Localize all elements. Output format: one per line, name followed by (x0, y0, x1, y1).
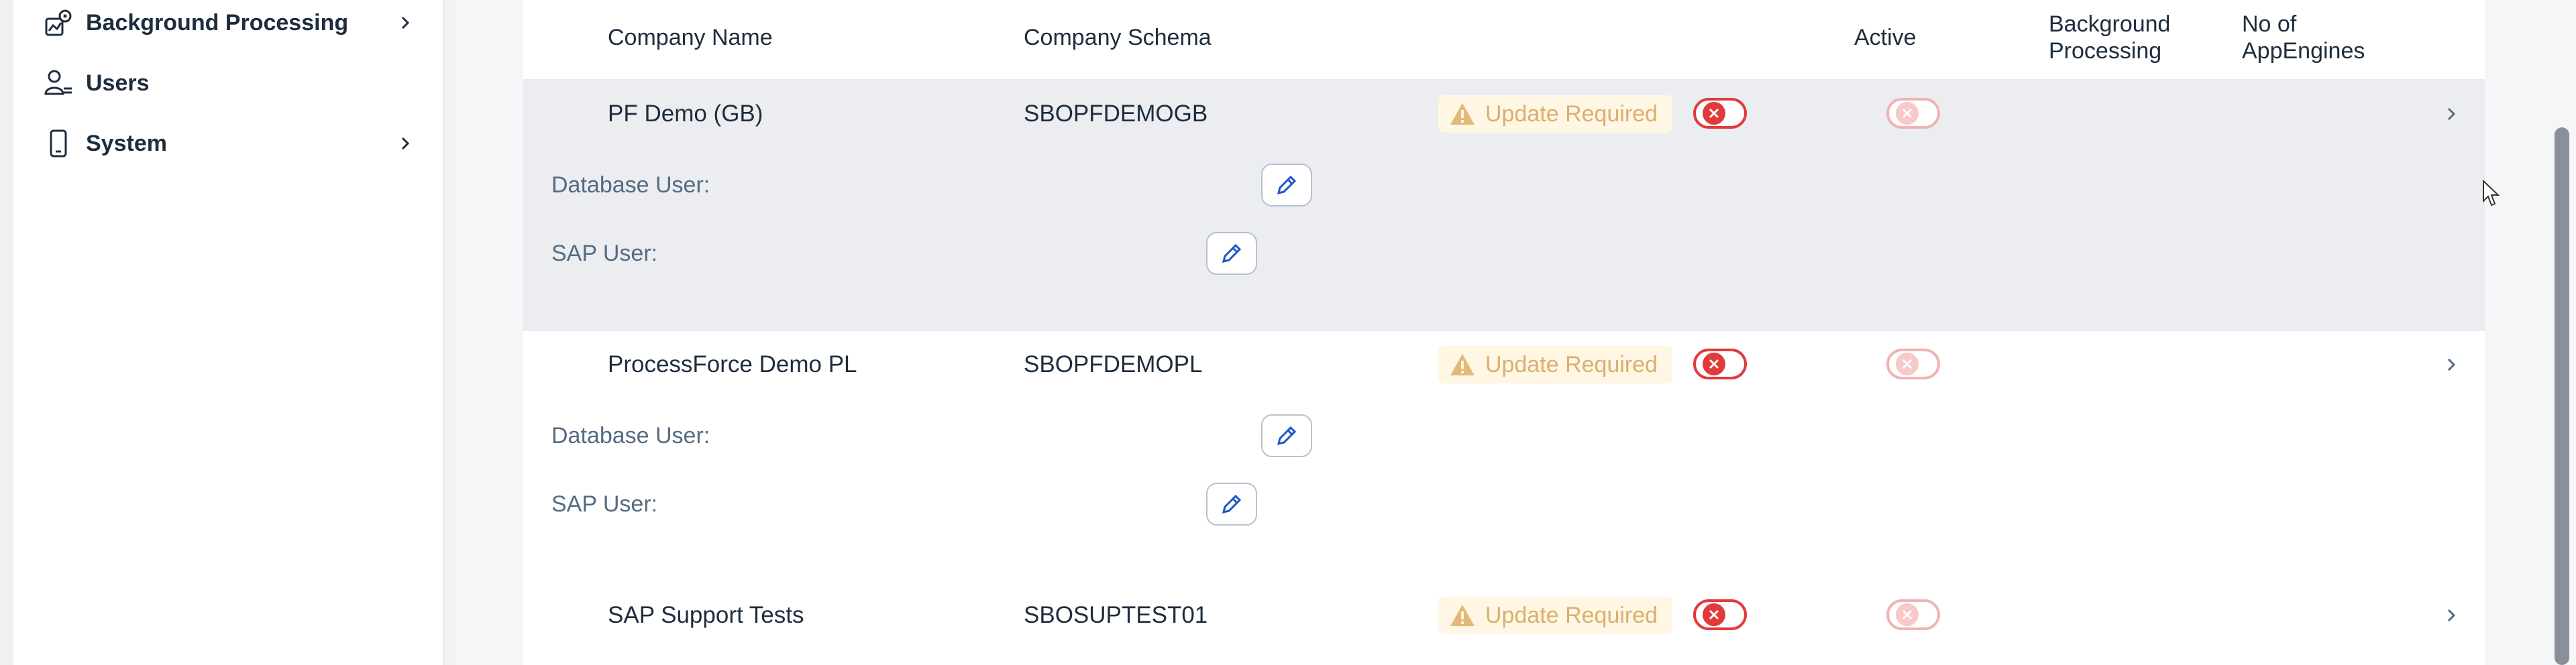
status-text: Update Required (1485, 602, 1658, 628)
status-badge: Update Required (1438, 597, 1673, 634)
row-navigation-chevron-icon[interactable] (2438, 351, 2465, 378)
pencil-icon (1222, 243, 1242, 263)
sidebar-item-label: Background Processing (86, 9, 349, 36)
table-row[interactable]: PF Demo (GB) SBOPFDEMOGB Update Required… (523, 79, 2485, 332)
column-header-company-name[interactable]: Company Name (608, 24, 773, 51)
scrollbar-thumb[interactable] (2555, 127, 2569, 665)
background-processing-icon (43, 7, 74, 38)
row-navigation-chevron-icon[interactable] (2438, 602, 2465, 629)
system-device-icon (43, 128, 74, 159)
companies-table: Company Name Company Schema Active Backg… (523, 0, 2485, 665)
sidebar-item-label: System (86, 130, 167, 156)
table-header: Company Name Company Schema Active Backg… (523, 0, 2485, 80)
close-icon (1896, 603, 1919, 626)
warning-icon (1450, 354, 1474, 375)
vertical-scrollbar[interactable] (2548, 0, 2576, 665)
sidebar-nav: Background Processing Users System (13, 0, 443, 665)
sidebar-item-system[interactable]: System (43, 117, 419, 170)
active-toggle[interactable] (1693, 349, 1747, 379)
background-processing-toggle[interactable] (1886, 349, 1940, 379)
company-schema-cell: SBOPFDEMOPL (1024, 351, 1203, 377)
company-schema-cell: SBOSUPTEST01 (1024, 602, 1208, 628)
database-user-label: Database User: (551, 423, 710, 448)
company-name-cell: ProcessForce Demo PL (608, 351, 857, 377)
users-icon (43, 68, 74, 99)
warning-icon (1450, 605, 1474, 626)
table-row[interactable]: ProcessForce Demo PL SBOPFDEMOPL Update … (523, 331, 2485, 583)
company-name-cell: PF Demo (GB) (608, 101, 763, 127)
column-header-company-schema[interactable]: Company Schema (1024, 24, 1212, 51)
sidebar-divider (444, 0, 455, 665)
sap-user-label: SAP User: (551, 491, 658, 517)
edit-database-user-button[interactable] (1261, 164, 1312, 206)
sidebar-item-users[interactable]: Users (43, 56, 419, 110)
table-row[interactable]: SAP Support Tests SBOSUPTEST01 Update Re… (523, 582, 2485, 665)
row-navigation-chevron-icon[interactable] (2438, 101, 2465, 127)
company-schema-cell: SBOPFDEMOGB (1024, 101, 1208, 127)
chevron-right-icon (392, 0, 419, 50)
pencil-icon (1222, 494, 1242, 514)
edit-sap-user-button[interactable] (1206, 232, 1257, 275)
status-badge: Update Required (1438, 346, 1673, 383)
close-icon (1703, 353, 1725, 375)
background-processing-toggle[interactable] (1886, 599, 1940, 630)
close-icon (1703, 102, 1725, 125)
background-processing-toggle[interactable] (1886, 98, 1940, 129)
edit-sap-user-button[interactable] (1206, 483, 1257, 526)
pencil-icon (1277, 426, 1297, 446)
chevron-right-icon (392, 117, 419, 170)
sidebar-item-background-processing[interactable]: Background Processing (43, 0, 419, 50)
mouse-cursor-icon (2482, 179, 2501, 211)
active-toggle[interactable] (1693, 599, 1747, 630)
pencil-icon (1277, 175, 1297, 195)
column-header-no-of-appengines[interactable]: No of AppEngines (2242, 11, 2416, 64)
edit-database-user-button[interactable] (1261, 414, 1312, 457)
database-user-label: Database User: (551, 172, 710, 198)
status-text: Update Required (1485, 101, 1658, 127)
status-text: Update Required (1485, 351, 1658, 377)
close-icon (1703, 603, 1725, 626)
close-icon (1896, 353, 1919, 375)
column-header-active[interactable]: Active (1854, 24, 1917, 51)
company-name-cell: SAP Support Tests (608, 602, 804, 628)
sidebar-item-label: Users (86, 70, 150, 96)
warning-icon (1450, 103, 1474, 125)
status-badge: Update Required (1438, 95, 1673, 133)
column-header-background-processing[interactable]: Background Processing (2049, 11, 2210, 64)
sap-user-label: SAP User: (551, 241, 658, 266)
close-icon (1896, 102, 1919, 125)
active-toggle[interactable] (1693, 98, 1747, 129)
